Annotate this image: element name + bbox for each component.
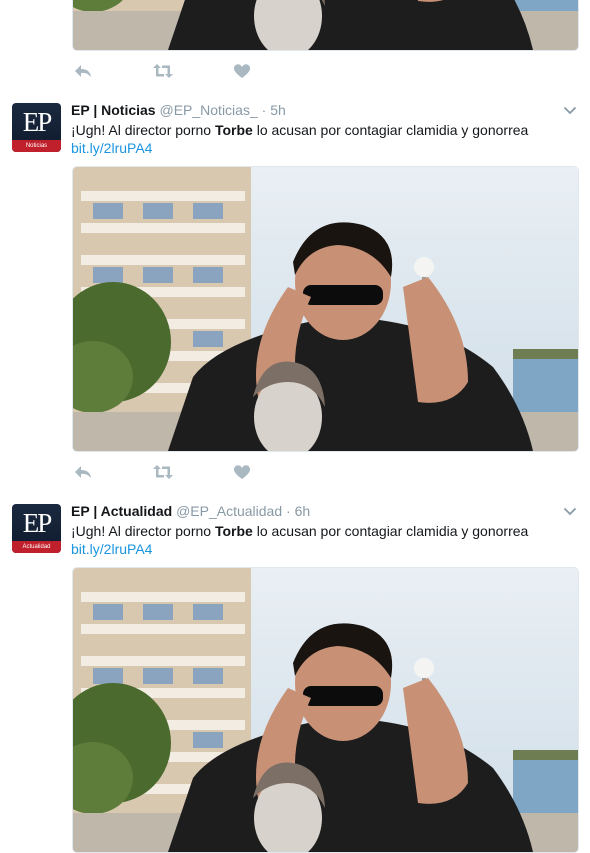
- user-handle[interactable]: @EP_Actualidad: [176, 503, 282, 519]
- avatar-logo: EP: [22, 508, 53, 538]
- separator-dot: ·: [261, 102, 267, 118]
- user-handle[interactable]: @EP_Noticias_: [159, 102, 257, 118]
- tweet-text-end: lo acusan por contagiar clamidia y gonor…: [252, 122, 529, 138]
- tweet-photo: [73, 0, 578, 50]
- tweet-previous[interactable]: [0, 0, 590, 92]
- tweet-text-end: lo acusan por contagiar clamidia y gonor…: [252, 523, 529, 539]
- tweet-header: EP | Noticias @EP_Noticias_ · 5h: [71, 101, 286, 119]
- like-icon[interactable]: [231, 463, 253, 481]
- reply-icon[interactable]: [72, 463, 94, 481]
- tweet-media[interactable]: [72, 166, 579, 452]
- tweet-text-bold: Torbe: [214, 122, 253, 138]
- tweet-text-start: ¡Ugh! Al director porno: [71, 122, 215, 138]
- avatar-logo: EP: [22, 107, 53, 137]
- avatar-band-label: Actualidad: [12, 541, 61, 553]
- user-name[interactable]: EP | Actualidad: [71, 503, 172, 519]
- tweet-media[interactable]: [72, 0, 579, 51]
- tweet-time[interactable]: 6h: [295, 503, 311, 519]
- chevron-down-icon[interactable]: [562, 102, 578, 118]
- tweet-header: EP | Actualidad @EP_Actualidad · 6h: [71, 502, 310, 520]
- tweet[interactable]: EP Actualidad EP | Actualidad @EP_Actual…: [0, 492, 590, 853]
- reply-icon[interactable]: [72, 62, 94, 80]
- tweet-link[interactable]: bit.ly/2lruPA4: [71, 139, 152, 157]
- chevron-down-icon[interactable]: [562, 503, 578, 519]
- avatar[interactable]: EP Noticias: [12, 103, 61, 152]
- tweet-text: ¡Ugh! Al director porno Torbe lo acusan …: [71, 522, 528, 540]
- tweet-link[interactable]: bit.ly/2lruPA4: [71, 540, 152, 558]
- tweet-text-start: ¡Ugh! Al director porno: [71, 523, 215, 539]
- separator-dot: ·: [286, 503, 291, 519]
- tweet-media[interactable]: [72, 567, 579, 853]
- retweet-icon[interactable]: [152, 463, 174, 481]
- tweet-photo: [73, 568, 578, 852]
- tweet[interactable]: EP Noticias EP | Noticias @EP_Noticias_ …: [0, 91, 590, 493]
- avatar[interactable]: EP Actualidad: [12, 504, 61, 553]
- avatar-band-label: Noticias: [12, 140, 61, 152]
- tweet-text: ¡Ugh! Al director porno Torbe lo acusan …: [71, 121, 528, 139]
- retweet-icon[interactable]: [152, 62, 174, 80]
- tweet-photo: [73, 167, 578, 451]
- like-icon[interactable]: [231, 62, 253, 80]
- tweet-time[interactable]: 5h: [270, 102, 286, 118]
- user-name[interactable]: EP | Noticias: [71, 102, 156, 118]
- tweet-text-bold: Torbe: [214, 523, 253, 539]
